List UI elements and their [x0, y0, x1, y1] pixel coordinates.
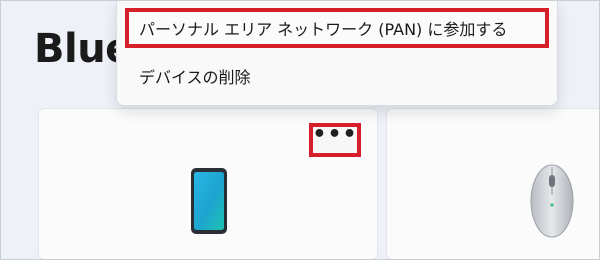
- more-options-icon: •••: [312, 122, 358, 147]
- phone-icon: [191, 168, 227, 234]
- more-options-button[interactable]: •••: [309, 123, 361, 157]
- context-menu: パーソナル エリア ネットワーク (PAN) に参加する デバイスの削除: [116, 0, 558, 106]
- menu-item-join-pan[interactable]: パーソナル エリア ネットワーク (PAN) に参加する: [125, 8, 549, 48]
- mouse-icon: [530, 164, 574, 238]
- device-card-phone[interactable]: •••: [38, 108, 378, 260]
- menu-item-remove-device[interactable]: デバイスの削除: [125, 60, 549, 92]
- device-card-mouse[interactable]: [386, 108, 600, 260]
